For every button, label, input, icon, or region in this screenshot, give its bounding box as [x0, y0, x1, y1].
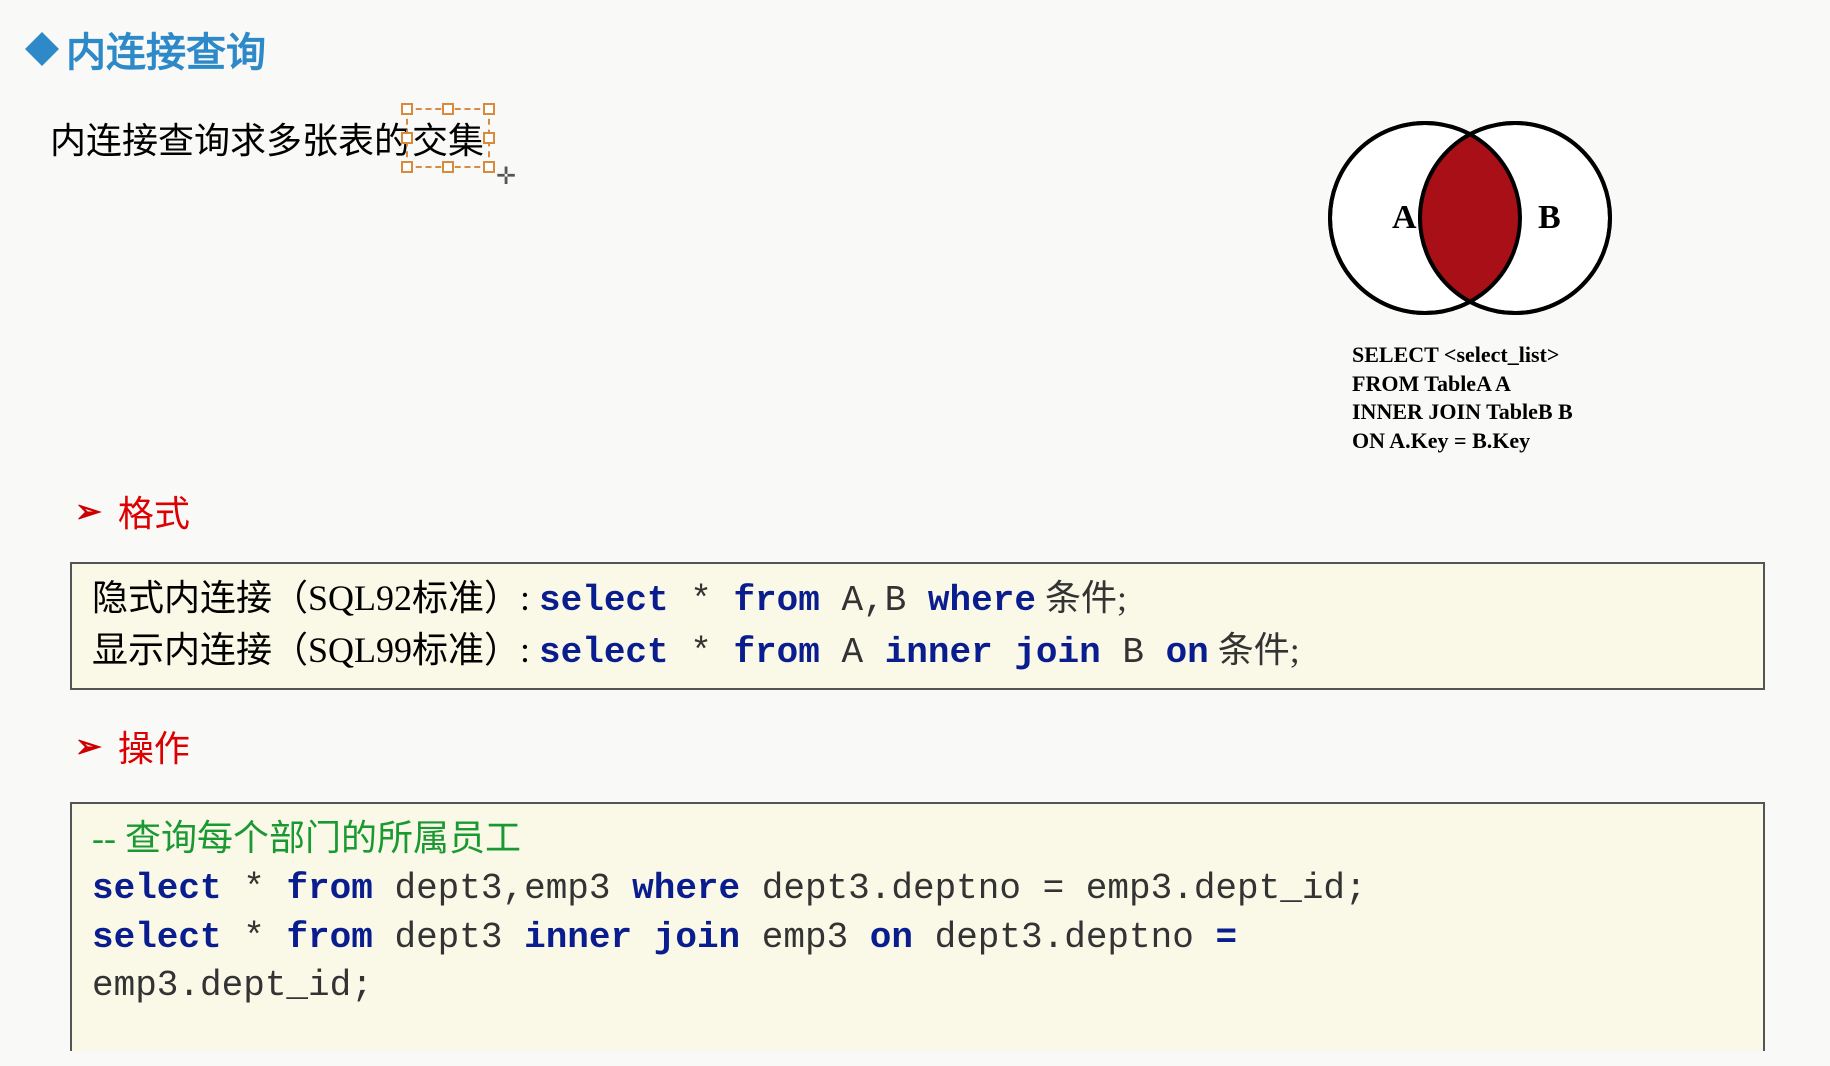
keyword: inner — [885, 632, 993, 673]
keyword: from — [733, 580, 819, 621]
code-text: * — [222, 868, 287, 909]
keyword: on — [870, 917, 913, 958]
venn-diagram-block: A B SELECT <select_list> FROM TableA A I… — [1300, 108, 1680, 455]
description-text: 内连接查询求多张表的 交集 ✛ — [50, 108, 490, 168]
crosshair-cursor-icon: ✛ — [496, 162, 518, 184]
keyword: = — [1215, 917, 1237, 958]
keyword: from — [286, 868, 372, 909]
keyword: select — [539, 632, 669, 673]
section-header-format: ➢ 格式 — [75, 485, 1800, 537]
code-line: 隐式内连接（SQL92标准）: select * from A,B where … — [92, 574, 1743, 626]
keyword: join — [654, 917, 740, 958]
code-text: * — [669, 632, 734, 673]
code-text: emp3 — [740, 917, 870, 958]
keyword: inner — [524, 917, 632, 958]
venn-sql-line: SELECT <select_list> — [1352, 341, 1680, 370]
code-line: emp3.dept_id; — [92, 962, 1743, 1011]
section-title: 操作 — [118, 720, 190, 772]
arrow-bullet-icon: ➢ — [75, 727, 102, 765]
resize-handle-icon[interactable] — [442, 103, 454, 115]
keyword: from — [286, 917, 372, 958]
arrow-bullet-icon: ➢ — [75, 492, 102, 530]
code-text: B — [1101, 632, 1166, 673]
code-text: 条件; — [1036, 578, 1127, 618]
venn-diagram-icon: A B — [1300, 108, 1640, 328]
intro-row: 内连接查询求多张表的 交集 ✛ A B — [30, 108, 1800, 455]
venn-label-b: B — [1538, 199, 1561, 236]
venn-sql-line: INNER JOIN TableB B — [1352, 398, 1680, 427]
code-text: dept3.deptno — [913, 917, 1215, 958]
resize-handle-icon[interactable] — [401, 103, 413, 115]
venn-sql-line: ON A.Key = B.Key — [1352, 427, 1680, 456]
operation-code-box: -- 查询每个部门的所属员工 select * from dept3,emp3 … — [70, 802, 1765, 1051]
code-text: dept3.deptno = emp3.dept_id; — [740, 868, 1367, 909]
selection-content: 交集 — [412, 120, 484, 161]
resize-handle-icon[interactable] — [401, 132, 413, 144]
code-line: select * from dept3,emp3 where dept3.dep… — [92, 865, 1743, 914]
resize-handle-icon[interactable] — [483, 103, 495, 115]
keyword: from — [733, 632, 819, 673]
keyword: where — [632, 868, 740, 909]
keyword: select — [539, 580, 669, 621]
page-header: 内连接查询 — [30, 20, 1800, 78]
code-line: 显示内连接（SQL99标准）: select * from A inner jo… — [92, 626, 1743, 678]
code-label: 隐式内连接（SQL92标准）: — [92, 578, 539, 618]
resize-handle-icon[interactable] — [442, 161, 454, 173]
text-selection-box[interactable]: 交集 ✛ — [406, 108, 490, 168]
venn-label-a: A — [1392, 199, 1417, 236]
diamond-bullet-icon — [25, 32, 59, 66]
keyword: join — [1014, 632, 1100, 673]
code-comment: -- 查询每个部门的所属员工 — [92, 818, 521, 858]
code-text: emp3.dept_id; — [92, 965, 373, 1006]
format-code-box: 隐式内连接（SQL92标准）: select * from A,B where … — [70, 562, 1765, 689]
venn-sql-line: FROM TableA A — [1352, 370, 1680, 399]
code-text: 条件; — [1209, 630, 1300, 670]
resize-handle-icon[interactable] — [483, 132, 495, 144]
keyword: on — [1166, 632, 1209, 673]
page-title: 内连接查询 — [66, 20, 266, 78]
code-line: select * from dept3 inner join emp3 on d… — [92, 914, 1743, 963]
code-text: A — [820, 632, 885, 673]
section-header-operation: ➢ 操作 — [75, 720, 1800, 772]
keyword: select — [92, 868, 222, 909]
code-text: * — [222, 917, 287, 958]
code-text: A,B — [820, 580, 928, 621]
code-text: dept3 — [373, 917, 524, 958]
keyword: select — [92, 917, 222, 958]
code-text: * — [669, 580, 734, 621]
code-text: dept3,emp3 — [373, 868, 632, 909]
resize-handle-icon[interactable] — [401, 161, 413, 173]
code-line: -- 查询每个部门的所属员工 — [92, 814, 1743, 866]
code-text — [632, 917, 654, 958]
description-prefix: 内连接查询求多张表的 — [50, 112, 410, 164]
section-title: 格式 — [118, 485, 190, 537]
code-label: 显示内连接（SQL99标准）: — [92, 630, 539, 670]
venn-sql-text: SELECT <select_list> FROM TableA A INNER… — [1352, 341, 1680, 455]
keyword: where — [928, 580, 1036, 621]
resize-handle-icon[interactable] — [483, 161, 495, 173]
code-text — [993, 632, 1015, 673]
